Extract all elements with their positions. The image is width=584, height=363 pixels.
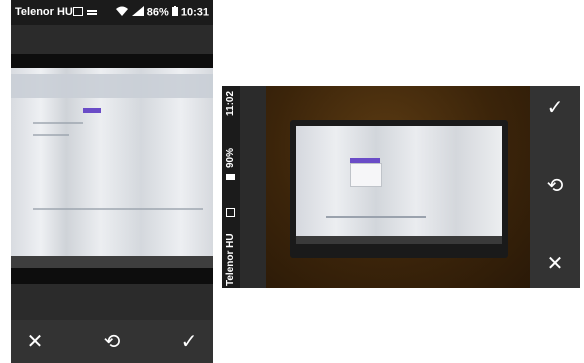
clock: 11:02	[225, 90, 236, 116]
signal-icon	[131, 6, 144, 19]
action-bar: ✕ ⟲ ✓	[11, 320, 213, 363]
status-bar-rotated: Telenor HU 90% 11:02	[222, 86, 240, 288]
status-right: 86% 10:31	[115, 6, 209, 19]
retake-button[interactable]: ⟲	[100, 332, 124, 352]
photo-menu	[350, 163, 382, 187]
captured-screen-photo	[296, 126, 502, 244]
image-notification-icon	[226, 208, 235, 217]
photo-preview	[11, 54, 213, 284]
confirm-button[interactable]: ✓	[543, 98, 567, 118]
action-bar: ✓ ⟲ ✕	[530, 86, 580, 288]
carrier-label: Telenor HU	[15, 6, 73, 18]
battery-percent: 86%	[146, 6, 169, 19]
photo-text-line	[33, 122, 83, 124]
photo-monitor	[290, 120, 508, 258]
cancel-button[interactable]: ✕	[543, 254, 567, 274]
retake-button[interactable]: ⟲	[543, 176, 567, 196]
wifi-icon	[115, 6, 129, 19]
cancel-button[interactable]: ✕	[23, 332, 47, 352]
camera-review-landscape: Telenor HU 90% 11:02 ✓ ⟲ ✕	[222, 86, 580, 288]
clock: 10:31	[180, 6, 209, 19]
battery-percent: 90%	[225, 147, 236, 168]
photo-text-line	[33, 208, 203, 210]
message-notification-icon	[87, 10, 97, 12]
battery-icon	[171, 6, 178, 19]
status-bar: Telenor HU 86% 10:31	[11, 0, 213, 25]
photo-text-line	[33, 134, 69, 136]
photo-text-line	[326, 216, 426, 218]
camera-review-portrait: Telenor HU 86% 10:31 ✕ ⟲ ✓	[11, 0, 213, 363]
confirm-button[interactable]: ✓	[177, 332, 201, 352]
photo-ribbon-area	[11, 74, 213, 98]
carrier-label: Telenor HU	[225, 233, 236, 286]
photo-highlight	[83, 108, 101, 113]
photo-taskbar	[11, 256, 213, 268]
battery-icon	[226, 174, 235, 180]
photo-taskbar	[296, 236, 502, 244]
captured-screen-photo	[11, 68, 213, 268]
photo-preview	[266, 86, 530, 288]
image-notification-icon	[73, 7, 83, 16]
